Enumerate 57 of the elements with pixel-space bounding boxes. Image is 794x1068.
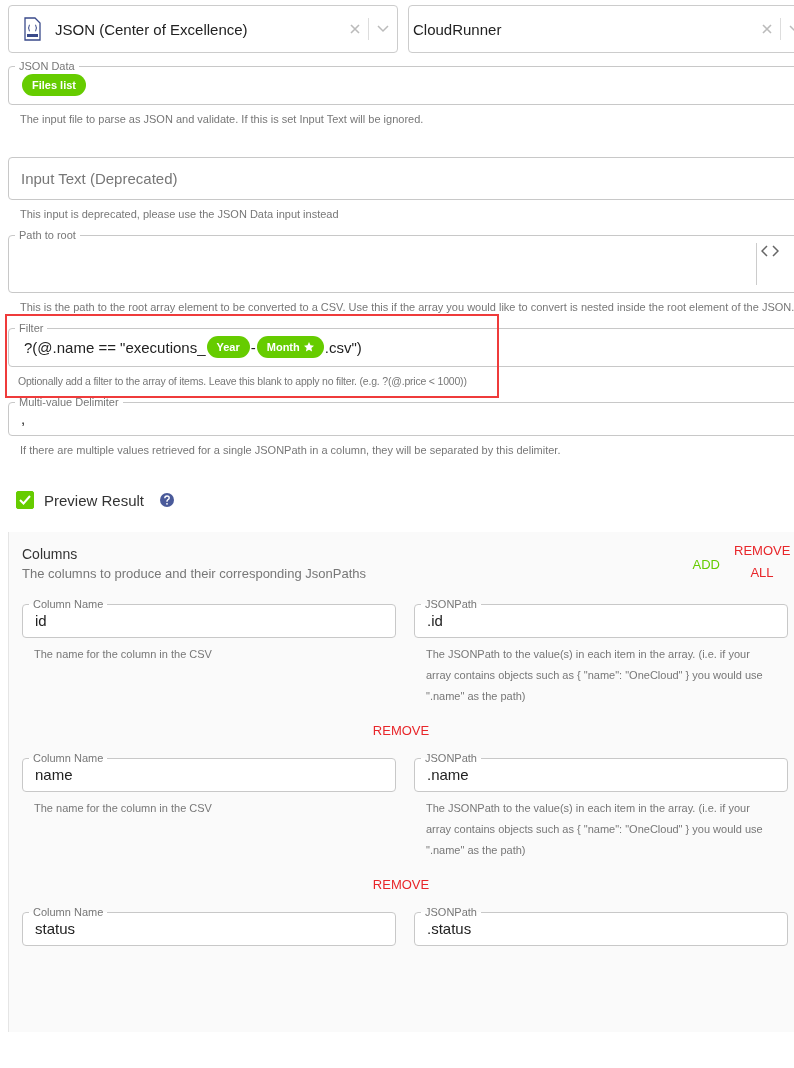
helper-text: The name for the column in the CSV <box>33 801 213 816</box>
input-field[interactable]: JSON Data Files list <box>8 60 794 105</box>
remove-button[interactable]: REMOVE <box>372 877 430 892</box>
section-subtitle: The columns to produce and their corresponding JsonPaths <box>22 566 367 581</box>
helper-text: If there are multiple values retrieved for a single JSONPath in a column, they will be separated by this delimiter. <box>19 443 562 458</box>
code-icon <box>761 245 779 257</box>
input-field[interactable]: Input Text (Deprecated) <box>8 157 794 200</box>
checkbox-label: Preview Result <box>44 491 145 509</box>
input-field[interactable]: Path to root <box>8 229 794 293</box>
input-field[interactable]: Column Name status <box>22 906 396 946</box>
checkmark-icon <box>19 495 31 505</box>
input-field[interactable]: Column Name name <box>22 752 396 792</box>
filter-text: .csv") <box>323 338 363 356</box>
select-field[interactable]: JSON (Center of Excellence) <box>8 5 398 53</box>
field-label: Multi-value Delimiter <box>18 396 120 408</box>
helper-text: The JSONPath to the value(s) in each item in the array. (i.e. if your array contains objects such as { "name": "OneCloud" } you would use ".name" as the path) <box>425 647 764 704</box>
input-field[interactable]: Multi-value Delimiter , <box>8 396 794 436</box>
field-label: JSON Data <box>18 60 76 72</box>
field-value: .id <box>427 612 444 629</box>
field-value: status <box>35 920 77 937</box>
section-title: Columns <box>22 545 79 562</box>
input-field[interactable]: JSONPath .status <box>414 906 788 946</box>
select-field[interactable]: CloudRunner <box>408 5 794 53</box>
placeholder-text: Input Text (Deprecated) <box>21 170 178 187</box>
helper-text: This input is deprecated, please use the JSON Data input instead <box>19 207 340 222</box>
field-value: id <box>35 612 48 629</box>
field-value: , <box>21 410 27 427</box>
checkbox[interactable] <box>16 491 34 509</box>
input-field[interactable]: JSONPath .name <box>414 752 788 792</box>
field-label: Column Name <box>32 906 105 918</box>
helper-text: The input file to parse as JSON and validate. If this is set Input Text will be ignored. <box>19 112 425 127</box>
remove-button[interactable]: REMOVE <box>372 723 430 738</box>
helper-text: The name for the column in the CSV <box>33 647 213 662</box>
field-label: Column Name <box>32 752 105 764</box>
helper-text: The JSONPath to the value(s) in each item in the array. (i.e. if your array contains objects such as { "name": "OneCloud" } you would use ".name" as the path) <box>425 801 764 858</box>
code-toggle-button[interactable] <box>756 243 779 285</box>
field-label: Column Name <box>32 598 105 610</box>
filter-text: - <box>249 338 257 356</box>
input-field[interactable]: Column Name id <box>22 598 396 638</box>
field-label: Filter <box>18 322 45 334</box>
remove-all-button[interactable]: REMOVE ALL <box>734 540 790 584</box>
close-icon <box>350 24 360 34</box>
helper-text: Optionally add a filter to the array of items. Leave this blank to apply no filter. (e.g. ?(@.price < 1000)) <box>17 374 468 389</box>
help-icon <box>160 493 175 507</box>
field-label: JSONPath <box>424 906 478 918</box>
field-label: Path to root <box>18 229 77 241</box>
field-label: JSONPath <box>424 752 478 764</box>
field-value: name <box>35 766 74 783</box>
close-icon <box>762 24 772 34</box>
field-value: .status <box>427 920 473 937</box>
chevron-down-icon <box>377 25 389 33</box>
input-field[interactable]: JSONPath .id <box>414 598 788 638</box>
field-label: JSONPath <box>424 598 478 610</box>
filter-text: ?(@.name == "executions_ <box>23 338 207 356</box>
field-value: .name <box>427 766 470 783</box>
helper-text: This is the path to the root array element to be converted to a CSV. Use this if the array you would like to convert is nested inside the root element of the JSON. <box>19 300 794 315</box>
json-file-icon <box>23 17 41 41</box>
